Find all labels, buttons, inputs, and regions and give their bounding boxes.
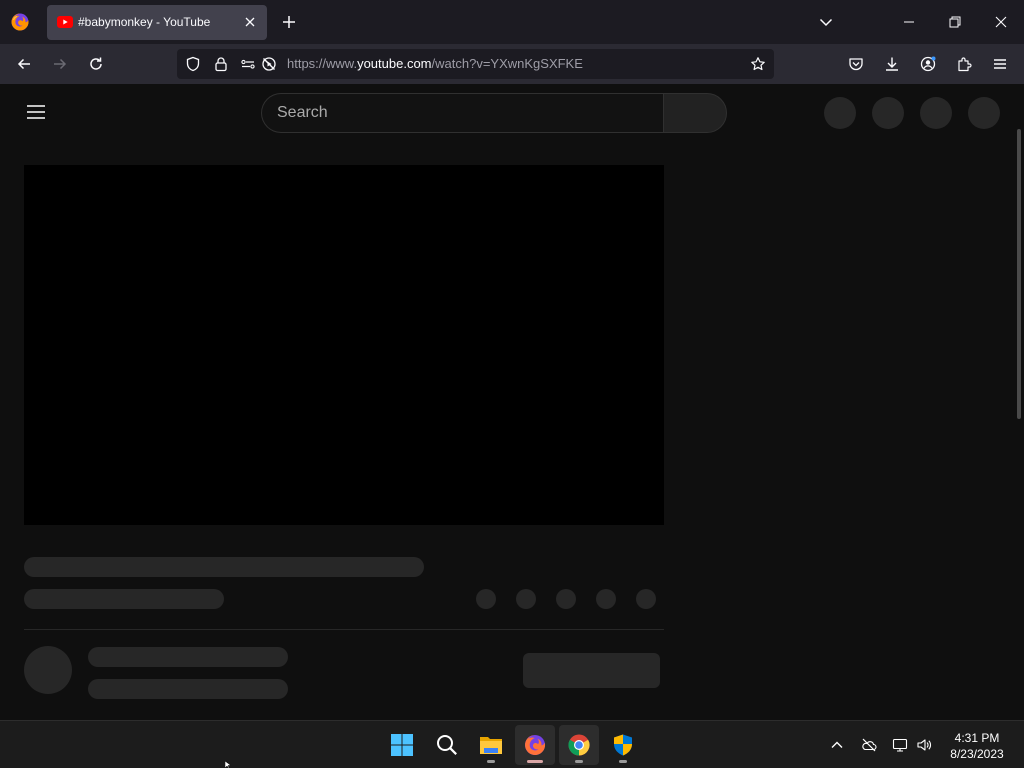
channel-avatar-skeleton (24, 646, 72, 694)
action-button-skeleton (516, 589, 536, 609)
lock-icon[interactable] (213, 56, 229, 72)
url-prefix: https://www. (287, 56, 358, 71)
firefox-taskbar-button[interactable] (515, 725, 555, 765)
running-indicator (487, 760, 495, 763)
url-host: youtube.com (357, 56, 432, 71)
navigation-toolbar: https://www.youtube.com/watch?v=YXwnKgSX… (0, 44, 1024, 84)
action-button-skeleton (596, 589, 616, 609)
youtube-icon (57, 16, 73, 28)
windows-taskbar: 4:31 PM 8/23/2023 (0, 720, 1024, 768)
subscribe-button-skeleton (523, 653, 660, 688)
channel-name-skeleton (88, 647, 288, 667)
system-clock[interactable]: 4:31 PM 8/23/2023 (944, 730, 1010, 762)
chrome-taskbar-button[interactable] (559, 725, 599, 765)
divider (24, 629, 664, 630)
metadata-skeleton (24, 589, 224, 609)
guide-menu-icon[interactable] (26, 104, 46, 120)
video-player[interactable] (24, 165, 664, 525)
action-button-skeleton (636, 589, 656, 609)
active-tab[interactable]: #babymonkey - YouTube (47, 5, 267, 40)
topbar-button-placeholder[interactable] (872, 97, 904, 129)
running-indicator (619, 760, 627, 763)
topbar-button-placeholder[interactable] (824, 97, 856, 129)
search-box (261, 93, 664, 133)
action-button-skeleton (476, 589, 496, 609)
chevron-down-icon[interactable] (818, 14, 834, 30)
taskbar-search-button[interactable] (427, 725, 467, 765)
firefox-menu-icon[interactable] (10, 12, 30, 32)
restore-icon[interactable] (947, 14, 963, 30)
active-indicator (527, 760, 543, 763)
address-bar[interactable]: https://www.youtube.com/watch?v=YXwnKgSX… (177, 49, 774, 79)
file-explorer-icon (480, 737, 502, 754)
new-tab-icon[interactable] (281, 14, 297, 30)
security-app-button[interactable] (603, 725, 643, 765)
tracking-protection-shield-icon[interactable] (185, 56, 201, 72)
search-input[interactable] (277, 94, 657, 132)
reload-icon[interactable] (88, 56, 104, 72)
clock-date: 8/23/2023 (950, 747, 1004, 761)
forward-arrow-icon[interactable] (52, 56, 68, 72)
running-indicator (575, 760, 583, 763)
avatar-placeholder[interactable] (968, 97, 1000, 129)
action-button-skeleton (556, 589, 576, 609)
start-button[interactable] (382, 725, 422, 765)
autoplay-blocked-icon[interactable] (261, 56, 277, 72)
close-tab-icon[interactable] (242, 14, 258, 30)
security-shield-icon (614, 734, 632, 756)
search-icon (437, 735, 457, 755)
url-path: /watch?v=YXwnKgSXFKE (431, 56, 583, 71)
mouse-cursor-icon (225, 761, 232, 768)
onedrive-offline-icon[interactable] (861, 737, 877, 753)
firefox-icon (525, 735, 546, 755)
chrome-icon (568, 734, 590, 756)
clock-time: 4:31 PM (954, 731, 1000, 745)
pocket-icon[interactable] (848, 56, 864, 72)
permissions-icon[interactable] (240, 56, 256, 72)
browser-tab-strip: #babymonkey - YouTube (0, 0, 1024, 44)
minimize-icon[interactable] (901, 14, 917, 30)
volume-icon[interactable] (916, 737, 932, 753)
chevron-up-icon[interactable] (829, 737, 845, 753)
downloads-icon[interactable] (884, 56, 900, 72)
topbar-button-placeholder[interactable] (920, 97, 952, 129)
search-button[interactable] (663, 93, 727, 133)
title-skeleton (24, 557, 424, 577)
start-icon (391, 734, 413, 756)
youtube-page (0, 84, 1024, 720)
account-icon[interactable] (920, 56, 936, 72)
back-arrow-icon[interactable] (16, 56, 32, 72)
channel-subscribers-skeleton (88, 679, 288, 699)
app-menu-icon[interactable] (992, 56, 1008, 72)
extensions-icon[interactable] (956, 56, 972, 72)
network-icon[interactable] (892, 737, 908, 753)
bookmark-star-icon[interactable] (750, 56, 766, 72)
page-scrollbar[interactable] (1017, 129, 1021, 419)
window-close-icon[interactable] (993, 14, 1009, 30)
url-text[interactable]: https://www.youtube.com/watch?v=YXwnKgSX… (287, 56, 583, 71)
tab-title: #babymonkey - YouTube (78, 15, 211, 29)
file-explorer-button[interactable] (471, 725, 511, 765)
